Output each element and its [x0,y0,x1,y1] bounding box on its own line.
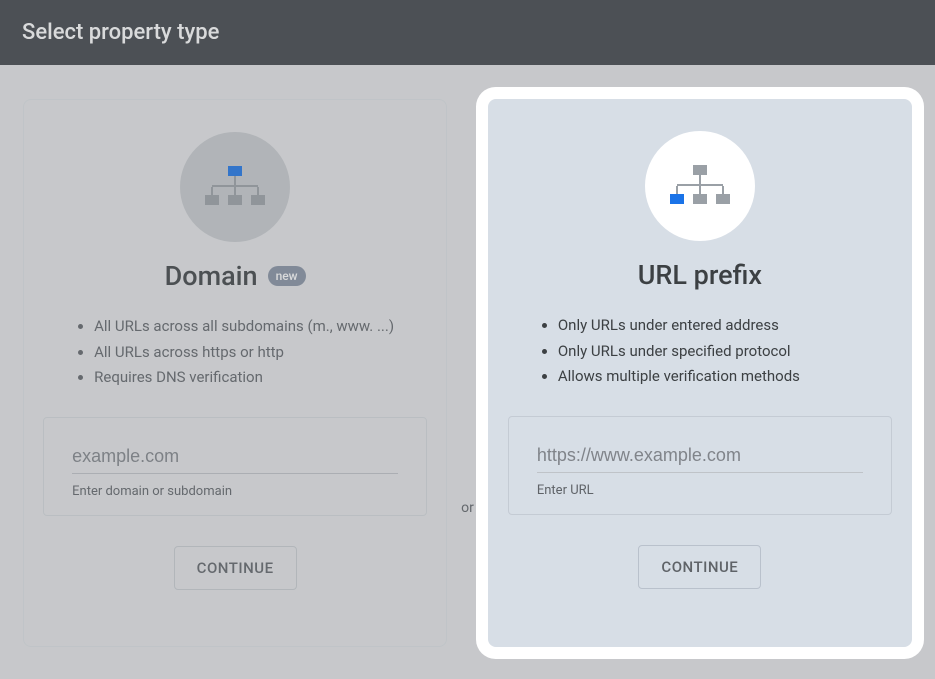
url-prefix-input[interactable] [537,439,863,473]
url-prefix-title-row: URL prefix [638,259,762,291]
domain-continue-button[interactable]: CONTINUE [174,546,297,590]
domain-input[interactable] [72,440,398,474]
new-badge: new [268,266,306,286]
list-item: Requires DNS verification [94,365,410,391]
list-item: All URLs across all subdomains (m., www.… [94,314,410,340]
property-type-content: Domain new All URLs across all subdomain… [0,65,935,671]
list-item: All URLs across https or http [94,340,410,366]
list-item: Allows multiple verification methods [558,364,876,390]
dialog-header: Select property type [0,0,935,65]
url-prefix-sitemap-icon [645,131,755,241]
domain-sitemap-icon [180,132,290,242]
domain-input-box: Enter domain or subdomain [43,417,427,516]
url-prefix-property-card[interactable]: URL prefix Only URLs under entered addre… [488,99,912,647]
list-item: Only URLs under specified protocol [558,339,876,365]
or-divider: or [461,500,474,516]
list-item: Only URLs under entered address [558,313,876,339]
url-prefix-input-box: Enter URL [508,416,892,515]
domain-title-row: Domain new [165,260,306,292]
dialog-title: Select property type [22,20,219,45]
url-prefix-feature-list: Only URLs under entered address Only URL… [504,313,896,390]
url-prefix-continue-button[interactable]: CONTINUE [638,545,761,589]
url-prefix-input-helper: Enter URL [537,483,863,498]
domain-input-helper: Enter domain or subdomain [72,484,398,499]
domain-feature-list: All URLs across all subdomains (m., www.… [40,314,430,391]
domain-property-card[interactable]: Domain new All URLs across all subdomain… [23,99,447,647]
url-prefix-card-title: URL prefix [638,259,762,291]
domain-card-title: Domain [165,260,258,292]
